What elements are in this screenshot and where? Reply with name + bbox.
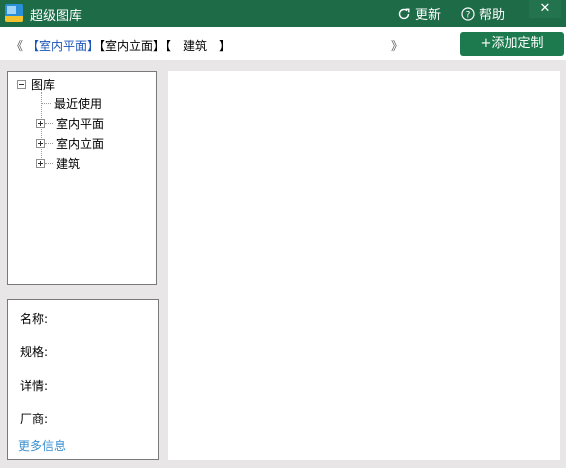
expand-icon[interactable]: [36, 139, 45, 148]
item-info-panel: 名称: 规格: 详情: 厂商: 更多信息: [7, 299, 159, 460]
tree-item-label: 建筑: [56, 157, 81, 171]
svg-text:?: ?: [466, 10, 471, 20]
scroll-right-button[interactable]: 》: [391, 37, 403, 54]
refresh-label: 更新: [415, 8, 442, 23]
spec-label: 规格:: [20, 345, 49, 359]
tab-architecture[interactable]: 【 建筑 】: [165, 39, 231, 53]
tree-item-label: 室内立面: [56, 137, 105, 151]
category-bar: 《 【室内平面】【室内立面】【 建筑 】 》 +添加定制: [0, 27, 566, 60]
tree-item-architecture[interactable]: 建筑: [36, 155, 80, 172]
add-custom-button[interactable]: +添加定制: [460, 32, 564, 56]
help-label: 帮助: [479, 8, 506, 23]
tree-item-recent[interactable]: 最近使用: [41, 95, 102, 112]
title-bar: 超级图库 更新 ? 帮助 ✕: [0, 0, 566, 27]
refresh-button[interactable]: 更新: [397, 4, 441, 23]
refresh-icon: [398, 8, 410, 19]
tree-item-interior-elevation[interactable]: 室内立面: [36, 135, 104, 152]
collapse-icon[interactable]: [17, 80, 26, 89]
close-icon: ✕: [539, 1, 551, 16]
tree-root-library[interactable]: 图库: [17, 76, 55, 93]
gallery-content-area[interactable]: [168, 71, 560, 460]
help-icon: ?: [461, 6, 475, 21]
vendor-label: 厂商:: [20, 412, 49, 426]
tree-root-label: 图库: [31, 78, 56, 92]
scroll-left-button[interactable]: 《: [11, 37, 23, 54]
detail-label: 详情:: [20, 379, 49, 393]
more-info-link[interactable]: 更多信息: [18, 437, 66, 454]
close-button[interactable]: ✕: [529, 0, 561, 18]
category-tabs: 【室内平面】【室内立面】【 建筑 】: [27, 37, 231, 54]
tree-item-label: 最近使用: [54, 97, 103, 111]
app-title: 超级图库: [30, 9, 83, 24]
help-button[interactable]: ? 帮助: [461, 4, 505, 23]
name-label: 名称:: [20, 312, 49, 326]
tab-interior-plan[interactable]: 【室内平面】: [27, 39, 99, 53]
tab-interior-elevation[interactable]: 【室内立面】: [99, 39, 165, 53]
tree-item-interior-plan[interactable]: 室内平面: [36, 115, 104, 132]
tree-item-label: 室内平面: [56, 117, 105, 131]
expand-icon[interactable]: [36, 159, 45, 168]
library-tree: 图库 最近使用 室内平面 室内立面 建筑: [7, 71, 157, 285]
expand-icon[interactable]: [36, 119, 45, 128]
app-logo-icon: [5, 4, 23, 22]
